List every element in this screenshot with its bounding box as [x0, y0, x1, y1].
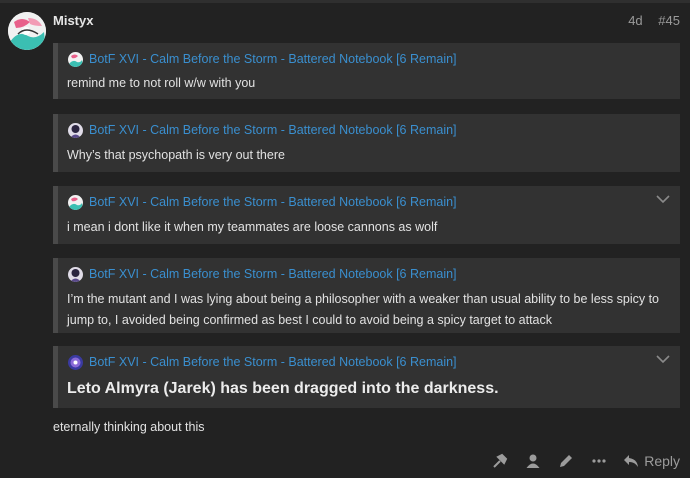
quote-topic-link[interactable]: BotF XVI - Calm Before the Storm - Batte… [89, 123, 457, 137]
user-button[interactable] [523, 451, 543, 471]
quote-header: BotF XVI - Calm Before the Storm - Batte… [68, 266, 457, 282]
quote-topic-link[interactable]: BotF XVI - Calm Before the Storm - Batte… [89, 355, 457, 369]
reply-label: Reply [644, 453, 680, 469]
quote-header: BotF XVI - Calm Before the Storm - Batte… [68, 354, 457, 370]
post-number[interactable]: #45 [658, 13, 680, 28]
post-body-text: eternally thinking about this [53, 420, 205, 434]
more-button[interactable] [589, 451, 609, 471]
quote-block: BotF XVI - Calm Before the Storm - Batte… [53, 114, 680, 172]
quote-avatar [68, 354, 83, 370]
post-age[interactable]: 4d [628, 13, 642, 28]
quote-text: remind me to not roll w/w with you [67, 76, 256, 90]
quote-block: BotF XVI - Calm Before the Storm - Batte… [53, 346, 680, 408]
pencil-icon [560, 455, 573, 467]
quote-heading: Leto Almyra (Jarek) has been dragged int… [67, 380, 499, 397]
chevron-down-icon[interactable] [656, 354, 670, 364]
reply-button[interactable]: Reply [623, 453, 680, 469]
quote-text: I’m the mutant and I was lying about bei… [67, 292, 660, 327]
quote-block: BotF XVI - Calm Before the Storm - Batte… [53, 43, 680, 99]
top-divider [0, 0, 690, 3]
quote-block: BotF XVI - Calm Before the Storm - Batte… [53, 186, 680, 244]
quote-avatar [68, 266, 83, 282]
user-icon [526, 454, 540, 468]
quote-avatar [68, 122, 83, 138]
username[interactable]: Mistyx [53, 13, 93, 28]
reply-arrow-icon [624, 455, 639, 467]
wrench-icon [493, 453, 508, 468]
quote-header: BotF XVI - Calm Before the Storm - Batte… [68, 122, 457, 138]
quote-avatar [68, 194, 83, 210]
quote-topic-link[interactable]: BotF XVI - Calm Before the Storm - Batte… [89, 195, 457, 209]
admin-wrench-button[interactable] [490, 451, 510, 471]
ellipsis-icon [592, 459, 606, 463]
user-avatar[interactable] [8, 12, 46, 50]
quote-text: Why’s that psychopath is very out there [67, 148, 285, 162]
quote-header: BotF XVI - Calm Before the Storm - Batte… [68, 51, 457, 67]
post-meta: 4d #45 [616, 13, 680, 28]
edit-button[interactable] [556, 451, 576, 471]
quote-text: i mean i dont like it when my teammates … [67, 220, 438, 234]
chevron-down-icon[interactable] [656, 194, 670, 204]
post-actions: Reply [477, 450, 680, 472]
quote-avatar [68, 51, 83, 67]
quote-topic-link[interactable]: BotF XVI - Calm Before the Storm - Batte… [89, 267, 457, 281]
quote-header: BotF XVI - Calm Before the Storm - Batte… [68, 194, 457, 210]
quote-topic-link[interactable]: BotF XVI - Calm Before the Storm - Batte… [89, 52, 457, 66]
quote-block: BotF XVI - Calm Before the Storm - Batte… [53, 258, 680, 333]
